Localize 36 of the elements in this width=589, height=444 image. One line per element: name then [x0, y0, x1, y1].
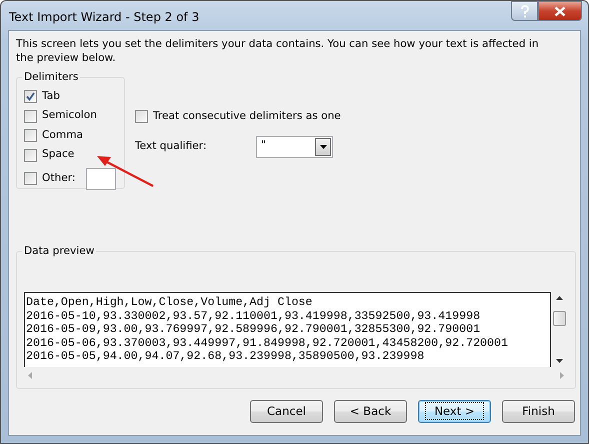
- wizard-button[interactable]: Next >: [418, 400, 491, 423]
- checkbox-label[interactable]: Comma: [42, 128, 84, 144]
- checkbox-label[interactable]: Treat consecutive delimiters as one: [153, 108, 341, 125]
- checkbox-label[interactable]: Semicolon: [42, 108, 97, 124]
- close-button[interactable]: [538, 1, 582, 21]
- checkbox-label[interactable]: Tab: [42, 88, 60, 105]
- checkbox[interactable]: [24, 172, 37, 185]
- preview-line: 2016-05-10,93.330002,93.57,92.110001,93.419998,33592500,93.419998: [26, 310, 482, 324]
- instruction-text: This screen lets you set the delimiters your data contains. You can see how your text is affected in the preview below.: [16, 37, 540, 65]
- checkbox[interactable]: [135, 110, 148, 124]
- checkbox[interactable]: [24, 129, 37, 142]
- preview-line: 2016-05-09,93.00,93.769997,92.589996,92.790001,32855300,92.790001: [26, 323, 482, 337]
- scroll-left-icon: [28, 372, 32, 378]
- other-delimiter-field[interactable]: [86, 168, 116, 190]
- dropdown-arrow-icon: [320, 144, 326, 148]
- help-button[interactable]: [511, 1, 538, 21]
- preview-line: Date,Open,High,Low,Close,Volume,Adj Close: [26, 296, 314, 310]
- scroll-up-icon: [556, 296, 563, 300]
- scrollbar-thumb[interactable]: [553, 311, 566, 326]
- help-icon: [520, 4, 530, 18]
- close-icon: [554, 6, 566, 16]
- checkbox-label[interactable]: Space: [42, 147, 74, 164]
- wizard-button[interactable]: Finish: [502, 400, 575, 423]
- checkbox[interactable]: [24, 148, 37, 162]
- scroll-right-icon: [560, 372, 564, 378]
- text-qualifier-label: Text qualifier:: [135, 138, 208, 154]
- text-qualifier-dropdown[interactable]: ": [256, 136, 333, 158]
- wizard-button[interactable]: Cancel: [250, 400, 323, 423]
- checkbox[interactable]: [24, 90, 37, 104]
- scroll-down-icon: [556, 359, 563, 363]
- checkbox-label[interactable]: Other:: [42, 170, 76, 186]
- wizard-button[interactable]: < Back: [334, 400, 407, 423]
- checkbox[interactable]: [24, 110, 37, 123]
- preview-line: 2016-05-06,93.370003,93.449997,91.849998,92.720001,43458200,92.720001: [26, 336, 510, 350]
- window-title: Text Import Wizard - Step 2 of 3: [9, 9, 200, 26]
- preview-line: 2016-05-05,94.00,94.07,92.68,93.239998,35890500,93.239998: [26, 350, 426, 364]
